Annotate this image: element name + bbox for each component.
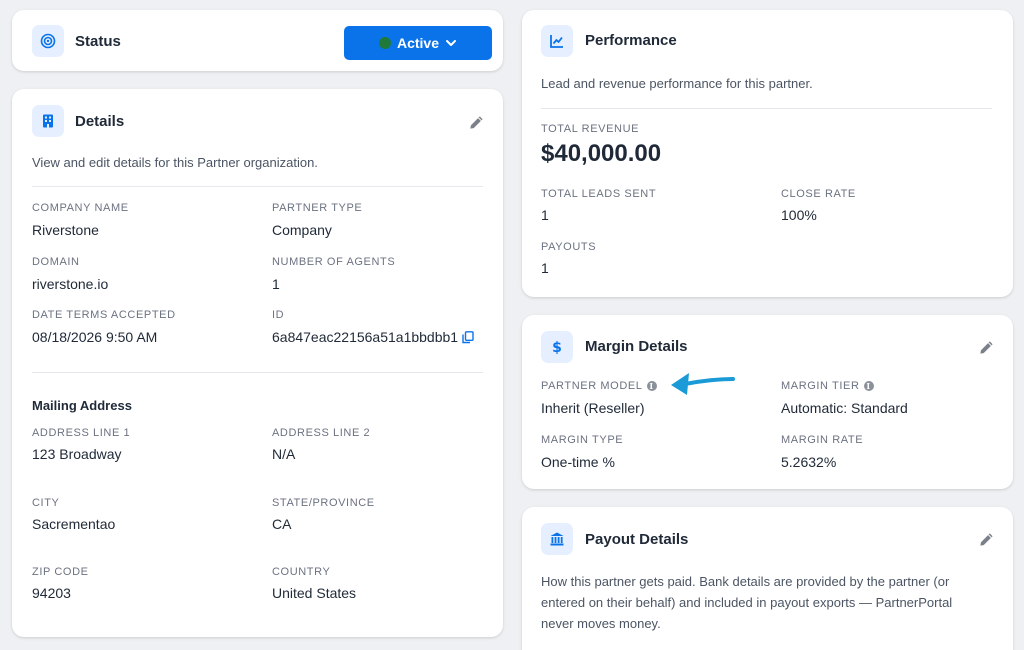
performance-card: Performance Lead and revenue performance…	[522, 10, 1013, 297]
total-leads-sent-label: TOTAL LEADS SENT	[541, 188, 657, 200]
country-label: COUNTRY	[272, 566, 331, 578]
margin-details-card: $ Margin Details PARTNER MODEL i Inherit …	[522, 315, 1013, 489]
partner-model-value: Inherit (Reseller)	[541, 400, 645, 416]
company-name-label: COMPANY NAME	[32, 202, 129, 214]
state-value: CA	[272, 516, 292, 532]
total-revenue-value: $40,000.00	[541, 140, 662, 167]
details-description: View and edit details for this Partner o…	[32, 155, 318, 170]
margin-rate-value: 5.2632%	[781, 454, 837, 470]
company-name-value: Riverstone	[32, 222, 99, 238]
mailing-address-heading: Mailing Address	[32, 398, 132, 413]
payout-details-card: Payout Details How this partner gets pai…	[522, 507, 1013, 650]
id-value: 6a847eac22156a51a1bbdbb1	[272, 329, 474, 345]
payouts-value: 1	[541, 260, 549, 276]
id-label: ID	[272, 309, 285, 321]
city-label: CITY	[32, 497, 60, 509]
details-title: Details	[75, 113, 125, 130]
payouts-label: PAYOUTS	[541, 241, 597, 253]
domain-value: riverstone.io	[32, 276, 109, 292]
total-revenue-label: TOTAL REVENUE	[541, 123, 640, 135]
status-card: Status Active	[12, 10, 503, 71]
status-dropdown-button[interactable]: Active	[344, 26, 492, 60]
svg-text:$: $	[552, 340, 562, 355]
zip-code-label: ZIP CODE	[32, 566, 89, 578]
date-terms-accepted-label: DATE TERMS ACCEPTED	[32, 309, 176, 321]
details-address-divider	[32, 372, 483, 373]
domain-label: DOMAIN	[32, 256, 80, 268]
margin-tier-label: MARGIN TIER i	[781, 380, 874, 392]
partner-model-label: PARTNER MODEL i	[541, 380, 657, 392]
margin-tier-value: Automatic: Standard	[781, 400, 908, 416]
state-label: STATE/PROVINCE	[272, 497, 375, 509]
status-dot-icon	[378, 37, 391, 49]
details-card: Details View and edit details for this P…	[12, 89, 503, 637]
payout-icon-box	[541, 523, 573, 555]
copy-icon[interactable]	[462, 330, 474, 344]
payout-edit-button[interactable]	[976, 529, 996, 549]
bank-icon	[550, 532, 564, 546]
info-icon[interactable]: i	[863, 381, 874, 391]
partner-type-label: PARTNER TYPE	[272, 202, 363, 214]
performance-description: Lead and revenue performance for this pa…	[541, 76, 813, 91]
status-title: Status	[75, 33, 121, 50]
partner-type-value: Company	[272, 222, 332, 238]
margin-icon-box: $	[541, 331, 573, 363]
margin-rate-label: MARGIN RATE	[781, 434, 864, 446]
close-rate-value: 100%	[781, 207, 817, 223]
address-line-2-label: ADDRESS LINE 2	[272, 427, 371, 439]
date-terms-accepted-value: 08/18/2026 9:50 AM	[32, 329, 158, 345]
margin-edit-button[interactable]	[976, 337, 996, 357]
pencil-icon	[979, 532, 993, 546]
close-rate-label: CLOSE RATE	[781, 188, 856, 200]
chart-line-icon	[550, 35, 563, 48]
annotation-arrow-icon	[671, 373, 735, 395]
id-text: 6a847eac22156a51a1bbdbb1	[272, 329, 459, 345]
details-edit-button[interactable]	[466, 112, 486, 132]
details-divider	[32, 186, 483, 187]
pencil-icon	[469, 115, 483, 129]
pencil-icon	[979, 340, 993, 354]
status-icon-box	[32, 25, 64, 57]
payout-description: How this partner gets paid. Bank details…	[541, 574, 953, 631]
performance-icon-box	[541, 25, 573, 57]
performance-divider	[541, 108, 992, 109]
address-line-1-value: 123 Broadway	[32, 446, 122, 462]
building-icon	[43, 114, 53, 128]
zip-code-value: 94203	[32, 585, 71, 601]
info-icon[interactable]: i	[646, 381, 657, 391]
number-of-agents-value: 1	[272, 276, 280, 292]
payout-details-title: Payout Details	[585, 531, 689, 548]
partner-model-label-text: PARTNER MODEL	[541, 380, 643, 392]
margin-tier-label-text: MARGIN TIER	[781, 380, 860, 392]
details-icon-box	[32, 105, 64, 137]
number-of-agents-label: NUMBER OF AGENTS	[272, 256, 396, 268]
margin-type-label: MARGIN TYPE	[541, 434, 624, 446]
total-leads-sent-value: 1	[541, 207, 549, 223]
chevron-down-icon	[446, 40, 457, 46]
status-dropdown-label: Active	[396, 35, 440, 51]
margin-type-value: One-time %	[541, 454, 615, 470]
city-value: Sacrementao	[32, 516, 116, 532]
address-line-2-value: N/A	[272, 446, 296, 462]
dollar-icon: $	[552, 340, 562, 355]
margin-details-title: Margin Details	[585, 338, 688, 355]
target-icon	[40, 33, 56, 49]
address-line-1-label: ADDRESS LINE 1	[32, 427, 131, 439]
performance-title: Performance	[585, 32, 677, 49]
country-value: United States	[272, 585, 357, 601]
